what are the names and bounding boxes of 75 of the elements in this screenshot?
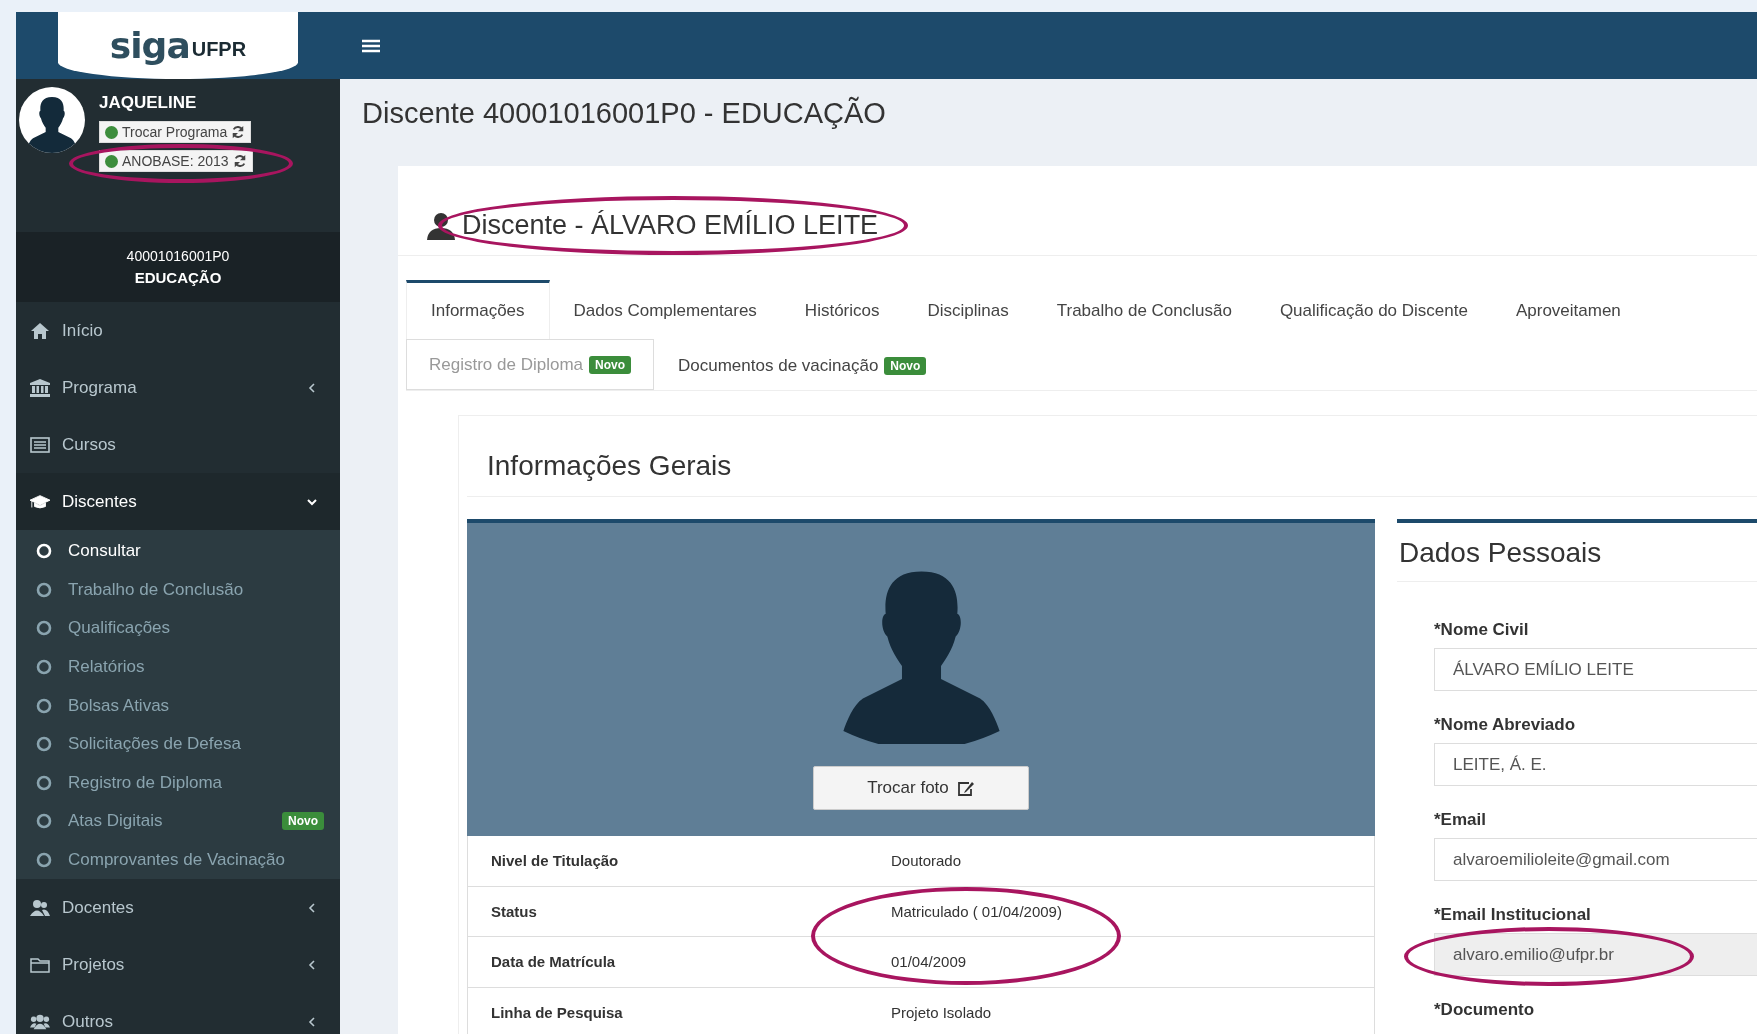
field-label: *Email — [1434, 810, 1487, 830]
tab[interactable]: Históricos — [780, 280, 904, 339]
section-title: Dados Pessoais — [1397, 523, 1757, 582]
home-icon — [30, 321, 50, 340]
bank-icon — [30, 378, 50, 397]
sidebar-item[interactable]: Cursos — [16, 416, 340, 473]
submenu-item[interactable]: Atas Digitais Novo — [16, 802, 340, 841]
info-label: Nivel de Titulação — [491, 852, 620, 870]
submenu-item[interactable]: Comprovantes de Vacinação — [16, 840, 340, 880]
tab[interactable]: Qualificação do Discente — [1255, 280, 1492, 339]
circle-icon — [36, 852, 52, 869]
new-badge: Novo — [884, 357, 927, 375]
info-label: Data de Matrícula — [491, 953, 617, 971]
tab[interactable]: Documentos de vacinação Novo — [654, 339, 951, 390]
circle-icon — [36, 774, 52, 791]
person-icon — [426, 210, 456, 241]
circle-icon — [36, 813, 52, 830]
submenu-item[interactable]: Consultar — [16, 532, 340, 571]
student-title: Discente - ÁLVARO EMÍLIO LEITE — [462, 210, 879, 240]
section-title: Informações Gerais — [467, 416, 1757, 497]
input-field[interactable]: alvaro.emilio@ufpr.br — [1434, 933, 1757, 976]
info-value: 01/04/2009 — [891, 953, 967, 971]
sidebar-item[interactable]: Outros — [16, 993, 340, 1034]
tab[interactable]: Aproveitamen — [1491, 280, 1645, 339]
program-name: EDUCAÇÃO — [134, 269, 222, 286]
page-title: Discente 40001016001P0 - EDUCAÇÃO — [362, 97, 887, 130]
folder-icon — [30, 955, 50, 974]
field-label: *Nome Abreviado — [1434, 715, 1577, 735]
logo[interactable]: siga UFPR — [58, 12, 298, 79]
change-photo-button[interactable]: Trocar foto — [813, 766, 1029, 810]
sidebar-item[interactable]: Programa — [16, 359, 340, 416]
refresh-icon — [231, 125, 246, 139]
tab[interactable]: Dados Complementares — [549, 280, 781, 339]
circle-icon — [36, 581, 52, 598]
circle-icon — [36, 620, 52, 637]
input-field[interactable]: alvaroemilioleite@gmail.com — [1434, 838, 1757, 881]
info-label: Status — [491, 902, 538, 920]
tab[interactable]: Informações — [406, 280, 550, 339]
input-field[interactable]: LEITE, Á. E. — [1434, 743, 1757, 786]
user-name: JAQUELINE — [99, 93, 198, 113]
switch-button[interactable]: Trocar Programa — [99, 121, 252, 143]
submenu-item[interactable]: Relatórios — [16, 647, 340, 687]
group-icon — [30, 1012, 50, 1031]
sidebar-item[interactable]: Início — [16, 302, 340, 359]
circle-icon — [36, 736, 52, 753]
info-label: Linha de Pesquisa — [491, 1003, 624, 1021]
list-icon — [30, 435, 50, 454]
users-icon — [30, 898, 50, 917]
input-field[interactable]: ÁLVARO EMÍLIO LEITE — [1434, 648, 1757, 691]
sidebar-item[interactable]: Docentes — [16, 879, 340, 937]
field-label: *Documento — [1434, 1000, 1536, 1020]
circle-icon — [36, 543, 52, 560]
field-label: *Nome Civil — [1434, 620, 1530, 640]
info-value: Projeto Isolado — [891, 1003, 992, 1021]
field-label: *Email Institucional — [1434, 905, 1592, 925]
circle-icon — [36, 659, 52, 676]
info-value: Matriculado ( 01/04/2009) — [891, 902, 1062, 920]
sidebar-item[interactable]: Projetos — [16, 936, 340, 994]
edit-icon — [956, 780, 975, 796]
graduation-cap-icon — [30, 492, 50, 511]
submenu-item[interactable]: Qualificações — [16, 609, 340, 648]
refresh-icon — [232, 154, 247, 168]
circle-icon — [36, 697, 52, 714]
program-code: 40001016001P0 — [126, 248, 230, 264]
submenu-item[interactable]: Registro de Diploma — [16, 763, 340, 803]
switch-button[interactable]: ANOBASE: 2013 — [99, 150, 253, 172]
new-badge: Novo — [282, 812, 324, 831]
submenu-item[interactable]: Trabalho de Conclusão — [16, 570, 340, 610]
sidebar-item[interactable]: Discentes — [16, 473, 340, 530]
tab[interactable]: Disciplinas — [903, 280, 1033, 339]
submenu-item[interactable]: Bolsas Ativas — [16, 686, 340, 725]
tab[interactable]: Trabalho de Conclusão — [1032, 280, 1256, 339]
submenu-item[interactable]: Solicitações de Defesa — [16, 724, 340, 764]
new-badge: Novo — [589, 355, 631, 374]
info-value: Doutorado — [891, 852, 962, 870]
